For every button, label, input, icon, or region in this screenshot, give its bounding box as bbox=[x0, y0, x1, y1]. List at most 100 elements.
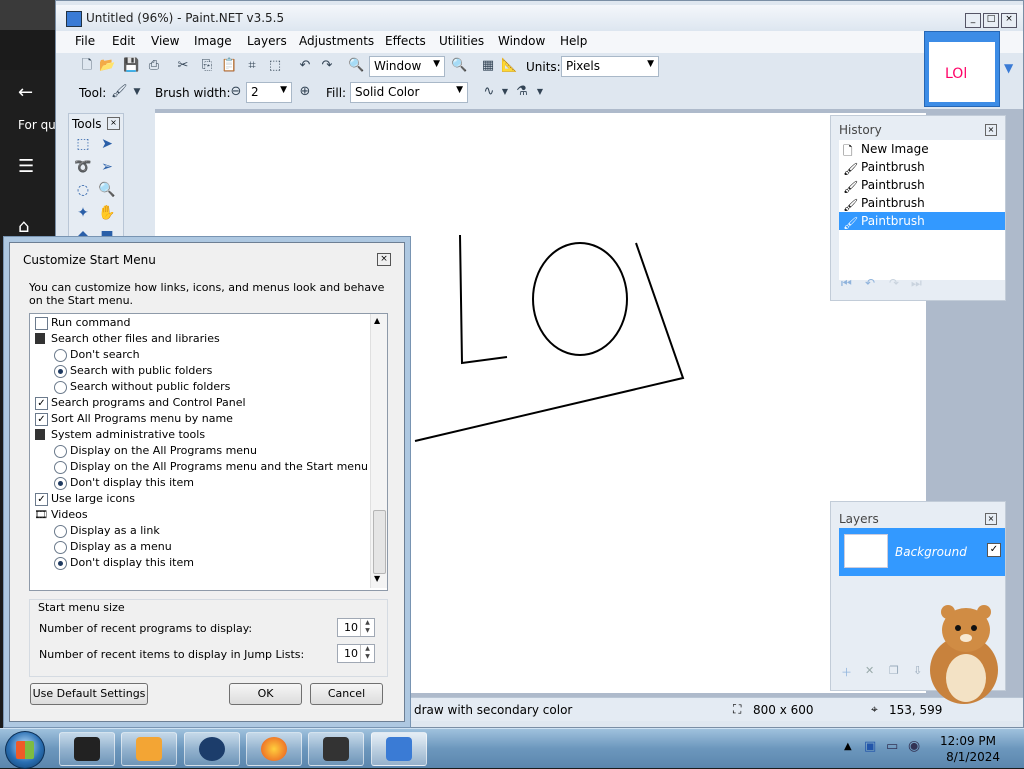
print-icon[interactable]: ⎙ bbox=[146, 58, 162, 74]
taskbar-app-paintnet[interactable] bbox=[371, 732, 427, 766]
scroll-thumb[interactable] bbox=[373, 510, 386, 574]
brush-width-select[interactable]: 2 ▼ bbox=[246, 82, 292, 103]
menu-utilities[interactable]: Utilities bbox=[439, 34, 484, 48]
open-file-icon[interactable]: 📂 bbox=[99, 58, 115, 74]
close-button[interactable]: × bbox=[1001, 13, 1017, 28]
checkbox[interactable] bbox=[35, 317, 48, 330]
checkbox-checked[interactable]: ✓ bbox=[35, 413, 48, 426]
hamburger-menu-icon[interactable]: ☰ bbox=[18, 156, 34, 177]
taskbar-app-window[interactable] bbox=[308, 732, 364, 766]
tray-app-icon[interactable]: ▣ bbox=[864, 739, 876, 754]
save-icon[interactable]: 💾 bbox=[123, 58, 139, 74]
back-arrow-icon[interactable]: ← bbox=[18, 82, 33, 103]
taskbar-app-terminal[interactable] bbox=[59, 732, 115, 766]
layer-visibility-checkbox[interactable]: ✓ bbox=[987, 543, 1001, 557]
undo-icon[interactable]: ↶ bbox=[297, 58, 313, 74]
radio-button[interactable] bbox=[54, 381, 67, 394]
menu-image[interactable]: Image bbox=[194, 34, 232, 48]
antialiasing-dropdown-icon[interactable]: ▼ bbox=[497, 84, 513, 100]
radio-button[interactable] bbox=[54, 461, 67, 474]
new-file-icon[interactable]: 🗋 bbox=[79, 58, 95, 74]
radio-button[interactable] bbox=[54, 541, 67, 554]
paintnet-title-bar[interactable]: Untitled (96%) - Paint.NET v3.5.5 _ □ × bbox=[56, 5, 1023, 31]
menu-layers[interactable]: Layers bbox=[247, 34, 287, 48]
spinner-arrows-icon[interactable]: ▲ ▼ bbox=[360, 619, 374, 636]
blend-mode-icon[interactable]: ⚗ bbox=[514, 84, 530, 100]
start-button[interactable] bbox=[5, 731, 45, 769]
menu-help[interactable]: Help bbox=[560, 34, 587, 48]
image-thumbnail[interactable]: LOl bbox=[924, 31, 1000, 107]
options-scrollbar[interactable]: ▲ ▼ bbox=[370, 314, 387, 588]
home-icon[interactable]: ⌂ bbox=[18, 216, 29, 237]
clock-date[interactable]: 8/1/2024 bbox=[946, 750, 1000, 764]
radio-button-selected[interactable] bbox=[54, 477, 67, 490]
minimize-button[interactable]: _ bbox=[965, 13, 981, 28]
thumbnail-dropdown-icon[interactable]: ▼ bbox=[1004, 61, 1013, 75]
history-item[interactable]: 🖌 Paintbrush bbox=[839, 194, 1005, 212]
taskbar-app-firefox[interactable] bbox=[246, 732, 302, 766]
redo-icon[interactable]: ↷ bbox=[319, 58, 335, 74]
menu-file[interactable]: File bbox=[75, 34, 95, 48]
menu-view[interactable]: View bbox=[151, 34, 179, 48]
show-hidden-icons-icon[interactable]: ▲ bbox=[844, 741, 852, 752]
zoom-tool-icon[interactable]: 🔍 bbox=[97, 180, 117, 200]
fast-forward-icon[interactable]: ⏭ bbox=[911, 276, 922, 291]
zoom-select[interactable]: Window ▼ bbox=[369, 56, 445, 77]
tools-close-icon[interactable]: × bbox=[107, 117, 120, 130]
units-select[interactable]: Pixels ▼ bbox=[561, 56, 659, 77]
layer-row-background[interactable]: Background ✓ bbox=[839, 528, 1005, 576]
radio-button-selected[interactable] bbox=[54, 365, 67, 378]
antialiasing-icon[interactable]: ∿ bbox=[481, 84, 497, 100]
lasso-select-icon[interactable]: ➰ bbox=[73, 157, 93, 177]
zoom-out-icon[interactable]: 🔍 bbox=[348, 58, 364, 74]
radio-button[interactable] bbox=[54, 349, 67, 362]
menu-adjustments[interactable]: Adjustments bbox=[299, 34, 374, 48]
pan-tool-icon[interactable]: ✋ bbox=[97, 203, 117, 223]
network-icon[interactable]: ▭ bbox=[886, 739, 898, 754]
magic-wand-icon[interactable]: ✦ bbox=[73, 203, 93, 223]
layers-close-icon[interactable]: × bbox=[985, 513, 997, 525]
fill-select[interactable]: Solid Color ▼ bbox=[350, 82, 468, 103]
cancel-button[interactable]: Cancel bbox=[310, 683, 383, 705]
increase-width-icon[interactable]: ⊕ bbox=[297, 84, 313, 100]
ellipse-select-icon[interactable]: ◌ bbox=[73, 180, 93, 200]
menu-edit[interactable]: Edit bbox=[112, 34, 135, 48]
move-selected-icon[interactable]: ➢ bbox=[97, 157, 117, 177]
duplicate-layer-icon[interactable]: ❐ bbox=[889, 664, 899, 677]
spinner-arrows-icon[interactable]: ▲ ▼ bbox=[360, 645, 374, 662]
add-layer-icon[interactable]: ＋ bbox=[841, 664, 852, 680]
rectangle-select-icon[interactable]: ⬚ bbox=[73, 134, 93, 154]
move-selection-icon[interactable]: ➤ bbox=[97, 134, 117, 154]
checkbox-checked[interactable]: ✓ bbox=[35, 493, 48, 506]
checkbox-checked[interactable]: ✓ bbox=[35, 397, 48, 410]
history-item[interactable]: 🗋 New Image bbox=[839, 140, 1005, 158]
history-close-icon[interactable]: × bbox=[985, 124, 997, 136]
blend-mode-dropdown-icon[interactable]: ▼ bbox=[532, 84, 548, 100]
zoom-in-icon[interactable]: 🔍 bbox=[451, 58, 467, 74]
taskbar-app-globe[interactable] bbox=[184, 732, 240, 766]
rulers-icon[interactable]: 📐 bbox=[501, 58, 517, 74]
undo-history-icon[interactable]: ↶ bbox=[865, 276, 875, 290]
delete-layer-icon[interactable]: ✕ bbox=[865, 664, 874, 677]
radio-button[interactable] bbox=[54, 525, 67, 538]
recent-programs-spinner[interactable]: 10 ▲ ▼ bbox=[337, 618, 375, 637]
redo-history-icon[interactable]: ↷ bbox=[889, 276, 899, 290]
rewind-icon[interactable]: ⏮ bbox=[841, 276, 852, 291]
radio-button[interactable] bbox=[54, 445, 67, 458]
scroll-down-icon[interactable]: ▼ bbox=[374, 574, 380, 583]
use-default-settings-button[interactable]: Use Default Settings bbox=[30, 683, 148, 705]
deselect-icon[interactable]: ⬚ bbox=[267, 58, 283, 74]
taskbar-app-media-player[interactable] bbox=[121, 732, 177, 766]
copy-icon[interactable]: ⎘ bbox=[199, 58, 215, 74]
radio-button-selected[interactable] bbox=[54, 557, 67, 570]
dialog-close-button[interactable]: × bbox=[377, 253, 391, 266]
grid-icon[interactable]: ▦ bbox=[480, 58, 496, 74]
paintbrush-tool-icon[interactable]: 🖌 bbox=[111, 84, 128, 100]
scroll-up-icon[interactable]: ▲ bbox=[374, 316, 380, 325]
history-item[interactable]: 🖌 Paintbrush bbox=[839, 158, 1005, 176]
menu-effects[interactable]: Effects bbox=[385, 34, 426, 48]
history-item-selected[interactable]: 🖌 Paintbrush bbox=[839, 212, 1005, 230]
maximize-button[interactable]: □ bbox=[983, 13, 999, 28]
history-item[interactable]: 🖌 Paintbrush bbox=[839, 176, 1005, 194]
decrease-width-icon[interactable]: ⊖ bbox=[228, 84, 244, 100]
